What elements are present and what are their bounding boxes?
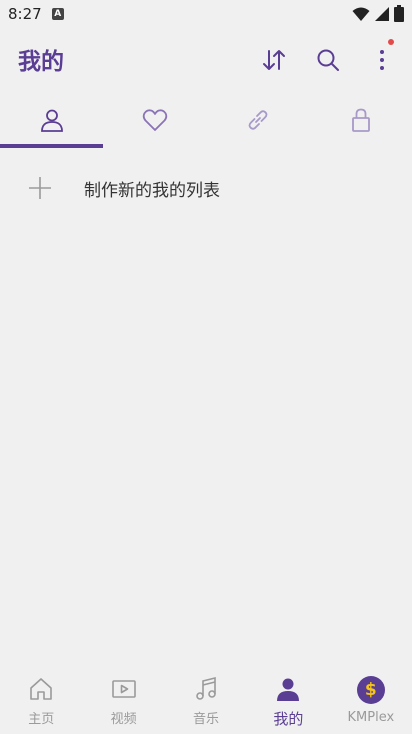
nav-music-label: 音乐: [193, 712, 220, 727]
plus-icon-wrap: [0, 176, 84, 200]
video-icon: [111, 680, 136, 698]
status-icons: [352, 5, 404, 22]
nav-kmplex-label: KMPlex: [347, 710, 395, 725]
person-icon: [277, 678, 300, 701]
battery-icon: [394, 5, 404, 22]
bottom-navigation: 主页 视频 音乐 我的 $ KMPlex: [0, 668, 412, 734]
sort-button[interactable]: [258, 44, 290, 76]
status-bar: 8:27 A: [0, 0, 412, 28]
tab-indicator: [0, 144, 103, 148]
tab-private[interactable]: [309, 92, 412, 148]
nav-music[interactable]: 音乐: [165, 668, 247, 734]
app-notification-icon: A: [51, 8, 64, 20]
nav-my[interactable]: 我的: [247, 668, 329, 734]
tab-links[interactable]: [206, 92, 309, 148]
create-new-list-label: 制作新的我的列表: [84, 180, 220, 201]
lock-icon: [351, 108, 370, 132]
tab-bar: [0, 92, 412, 148]
page-title: 我的: [18, 49, 64, 75]
app-bar: 我的: [0, 28, 412, 90]
nav-my-label: 我的: [273, 710, 304, 728]
home-icon: [30, 678, 53, 700]
wifi-icon: [352, 7, 370, 21]
plus-icon: [29, 177, 51, 199]
heart-icon: [142, 109, 167, 131]
link-icon: [248, 110, 267, 130]
app-actions: [258, 39, 398, 76]
signal-icon: [375, 6, 389, 21]
dollar-icon: $: [356, 676, 385, 704]
music-icon: [196, 676, 216, 700]
tab-favorites[interactable]: [103, 92, 206, 148]
nav-video-label: 视频: [110, 712, 137, 727]
create-new-list-button[interactable]: 制作新的我的列表: [0, 168, 412, 208]
sort-icon: [263, 50, 285, 70]
search-icon: [317, 49, 339, 71]
nav-kmplex[interactable]: $ KMPlex: [330, 668, 412, 734]
more-options-button[interactable]: [366, 39, 398, 76]
nav-video[interactable]: 视频: [82, 668, 164, 734]
notification-dot: [388, 39, 394, 45]
person-icon: [40, 109, 63, 132]
tab-my-lists[interactable]: [0, 92, 103, 148]
nav-home-label: 主页: [28, 712, 55, 727]
nav-home[interactable]: 主页: [0, 668, 82, 734]
more-vert-icon: [380, 50, 384, 70]
status-time: 8:27: [8, 5, 42, 23]
search-button[interactable]: [312, 44, 344, 76]
